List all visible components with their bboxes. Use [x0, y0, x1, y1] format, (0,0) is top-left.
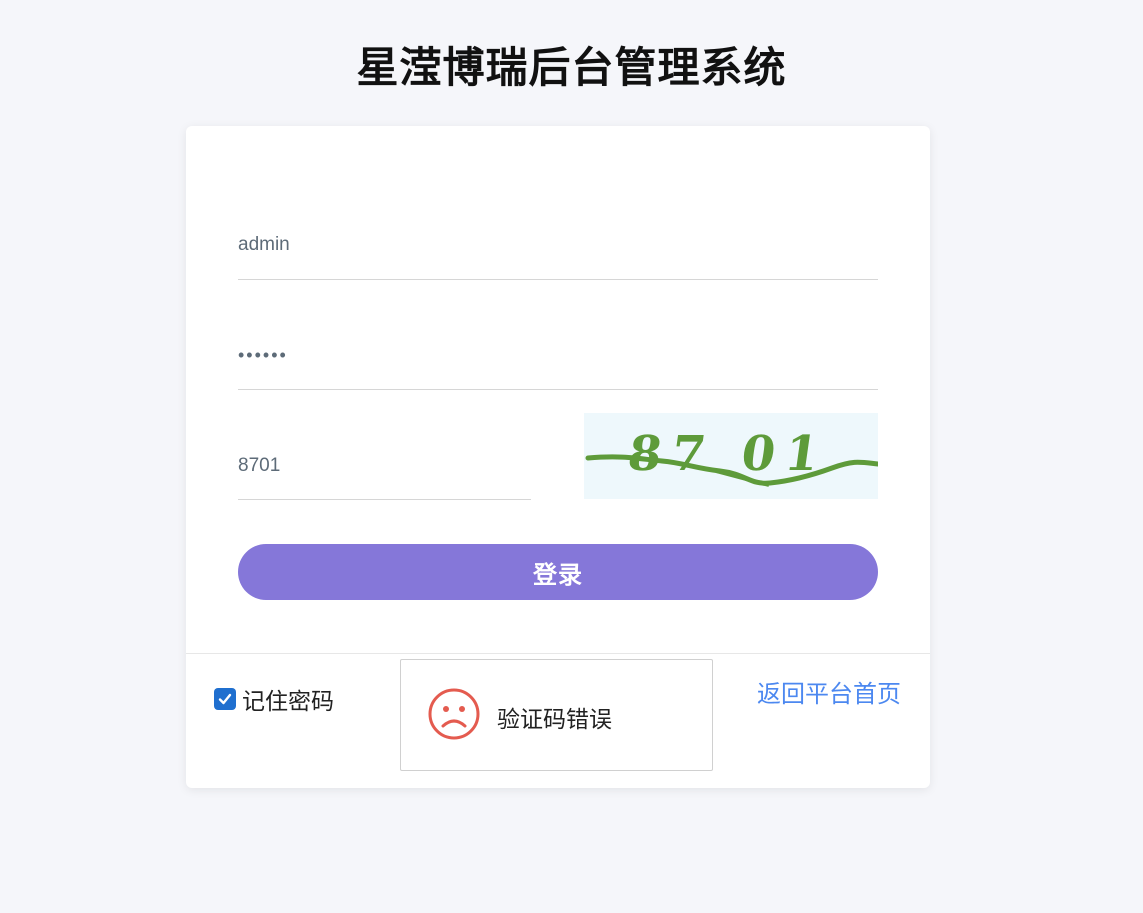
remember-checkbox[interactable] [214, 688, 236, 710]
remember-password-toggle[interactable]: 记住密码 [214, 682, 334, 716]
error-toast: 验证码错误 [400, 659, 713, 771]
checkmark-icon [218, 693, 232, 705]
username-input[interactable] [238, 230, 878, 260]
captcha-field[interactable] [238, 451, 531, 500]
sad-face-icon [427, 687, 481, 741]
captcha-image-text: 87 01 [624, 426, 832, 482]
page-title: 星滢博瑞后台管理系统 [356, 43, 787, 92]
captcha-input[interactable] [238, 451, 531, 481]
login-button[interactable]: 登录 [238, 544, 878, 600]
back-to-homepage-link[interactable]: 返回平台首页 [757, 674, 901, 709]
divider [186, 653, 930, 654]
remember-password-label: 记住密码 [242, 689, 334, 715]
captcha-image[interactable]: 87 01 [584, 413, 878, 499]
toast-message: 验证码错误 [497, 707, 612, 733]
password-field[interactable] [238, 340, 878, 390]
username-field[interactable] [238, 230, 878, 280]
login-card: 87 01 登录 记住密码 验证码错误 返回平台首页 [186, 126, 930, 788]
password-input[interactable] [238, 340, 878, 370]
